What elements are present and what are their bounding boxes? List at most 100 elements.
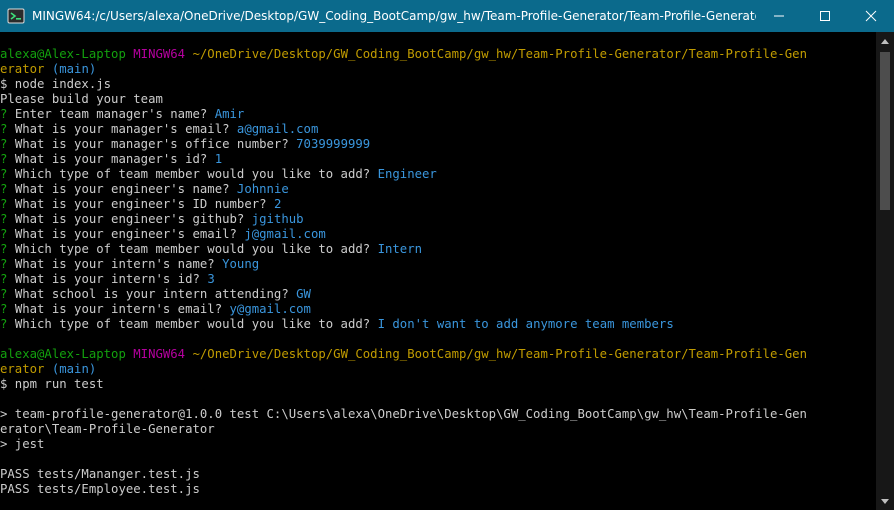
qa-line: ? What is your manager's email? a@gmail.…: [0, 122, 876, 137]
question-mark: ?: [0, 272, 8, 286]
question-text: Enter team manager's name?: [14, 107, 208, 121]
qa-line: ? Which type of team member would you li…: [0, 242, 876, 257]
title-bar[interactable]: MINGW64:/c/Users/alexa/OneDrive/Desktop/…: [0, 0, 894, 32]
npm-script-line-cont: erator\Team-Profile-Generator: [0, 422, 215, 436]
question-text: What is your intern's email?: [14, 302, 223, 316]
prompt-user: alexa@Alex-Laptop: [0, 47, 126, 61]
window-title: MINGW64:/c/Users/alexa/OneDrive/Desktop/…: [32, 9, 756, 23]
question-mark: ?: [0, 197, 8, 211]
scroll-up-button[interactable]: [876, 32, 894, 49]
question-mark: ?: [0, 212, 8, 226]
prompt-branch: (main): [51, 62, 97, 76]
intro-line: Please build your team: [0, 92, 163, 106]
scroll-thumb[interactable]: [880, 52, 890, 210]
command-line: $ node index.js: [0, 77, 112, 91]
vertical-scrollbar[interactable]: [876, 32, 894, 510]
answer-text: a@gmail.com: [236, 122, 319, 136]
prompt-path: ~/OneDrive/Desktop/GW_Coding_BootCamp/gw…: [192, 47, 807, 61]
qa-line: ? What is your intern's email? y@gmail.c…: [0, 302, 876, 317]
qa-line: ? What is your engineer's name? Johnnie: [0, 182, 876, 197]
question-text: What is your engineer's github?: [14, 212, 245, 226]
question-text: Which type of team member would you like…: [14, 167, 371, 181]
question-mark: ?: [0, 227, 8, 241]
answer-text: y@gmail.com: [229, 302, 311, 316]
question-mark: ?: [0, 167, 8, 181]
scroll-up-arrow-icon: [881, 38, 889, 44]
question-text: Which type of team member would you like…: [14, 317, 371, 331]
qa-line: ? What is your intern's id? 3: [0, 272, 876, 287]
question-mark: ?: [0, 182, 8, 196]
question-mark: ?: [0, 152, 8, 166]
question-text: What is your manager's office number?: [14, 137, 289, 151]
question-mark: ?: [0, 302, 8, 316]
question-text: What is your engineer's name?: [14, 182, 230, 196]
question-mark: ?: [0, 317, 8, 331]
question-text: What is your engineer's email?: [14, 227, 237, 241]
answer-text: Engineer: [377, 167, 437, 181]
answer-text: 3: [207, 272, 215, 286]
question-text: What is your intern's id?: [14, 272, 200, 286]
qa-line: ? What is your intern's name? Young: [0, 257, 876, 272]
command-line: $ npm run test: [0, 377, 104, 391]
qa-line: ? What is your manager's office number? …: [0, 137, 876, 152]
prompt-line-cont: erator (main): [0, 62, 876, 77]
qa-line: ? What is your engineer's ID number? 2: [0, 197, 876, 212]
scroll-down-button[interactable]: [876, 493, 894, 510]
npm-script-line: > team-profile-generator@1.0.0 test C:\U…: [0, 407, 807, 421]
question-text: What is your engineer's ID number?: [14, 197, 267, 211]
qa-line: ? Enter team manager's name? Amir: [0, 107, 876, 122]
jest-line: > jest: [0, 437, 45, 451]
qa-line: ? What is your manager's id? 1: [0, 152, 876, 167]
test-result: PASS tests/Employee.test.js: [0, 482, 200, 496]
close-icon: [865, 10, 877, 22]
answer-text: Johnnie: [236, 182, 289, 196]
answer-text: Intern: [377, 242, 423, 256]
question-text: What is your manager's email?: [14, 122, 230, 136]
prompt-shell: MINGW64: [133, 347, 186, 361]
qa-line: ? What school is your intern attending? …: [0, 287, 876, 302]
mingw-terminal-icon: [7, 8, 25, 24]
prompt-path-cont: erator: [0, 62, 45, 76]
question-text: What is your manager's id?: [14, 152, 208, 166]
maximize-button[interactable]: [802, 0, 848, 32]
scroll-down-arrow-icon: [881, 498, 889, 504]
window-controls: [756, 0, 894, 32]
close-button[interactable]: [848, 0, 894, 32]
answer-text: Amir: [214, 107, 245, 121]
question-mark: ?: [0, 122, 8, 136]
answer-text: Young: [222, 257, 260, 271]
qa-line: ? Which type of team member would you li…: [0, 167, 876, 182]
test-result: PASS tests/Mananger.test.js: [0, 467, 200, 481]
answer-text: GW: [296, 287, 311, 301]
question-mark: ?: [0, 137, 8, 151]
minimize-button[interactable]: [756, 0, 802, 32]
answer-text: 2: [273, 197, 282, 211]
prompt-path: ~/OneDrive/Desktop/GW_Coding_BootCamp/gw…: [192, 347, 807, 361]
answer-text: jgithub: [251, 212, 304, 226]
question-mark: ?: [0, 287, 8, 301]
question-mark: ?: [0, 107, 8, 121]
qa-line: ? Which type of team member would you li…: [0, 317, 876, 332]
question-mark: ?: [0, 242, 8, 256]
question-text: Which type of team member would you like…: [14, 242, 371, 256]
qa-line: ? What is your engineer's email? j@gmail…: [0, 227, 876, 242]
prompt-line: alexa@Alex-Laptop MINGW64 ~/OneDrive/Des…: [0, 47, 876, 62]
question-mark: ?: [0, 257, 8, 271]
minimize-icon: [774, 15, 784, 17]
answer-text: 7039999999: [296, 137, 371, 151]
maximize-icon: [820, 11, 830, 21]
terminal-output[interactable]: alexa@Alex-Laptop MINGW64 ~/OneDrive/Des…: [0, 32, 876, 510]
answer-text: j@gmail.com: [244, 227, 326, 241]
prompt-line: alexa@Alex-Laptop MINGW64 ~/OneDrive/Des…: [0, 347, 876, 362]
prompt-path-cont: erator: [0, 362, 45, 376]
prompt-user: alexa@Alex-Laptop: [0, 347, 126, 361]
prompt-line-cont: erator (main): [0, 362, 876, 377]
prompt-shell: MINGW64: [133, 47, 186, 61]
question-text: What is your intern's name?: [14, 257, 215, 271]
qa-list: ? Enter team manager's name? Amir ? What…: [0, 107, 876, 332]
qa-line: ? What is your engineer's github? jgithu…: [0, 212, 876, 227]
answer-text: I don't want to add anymore team members: [377, 317, 674, 331]
